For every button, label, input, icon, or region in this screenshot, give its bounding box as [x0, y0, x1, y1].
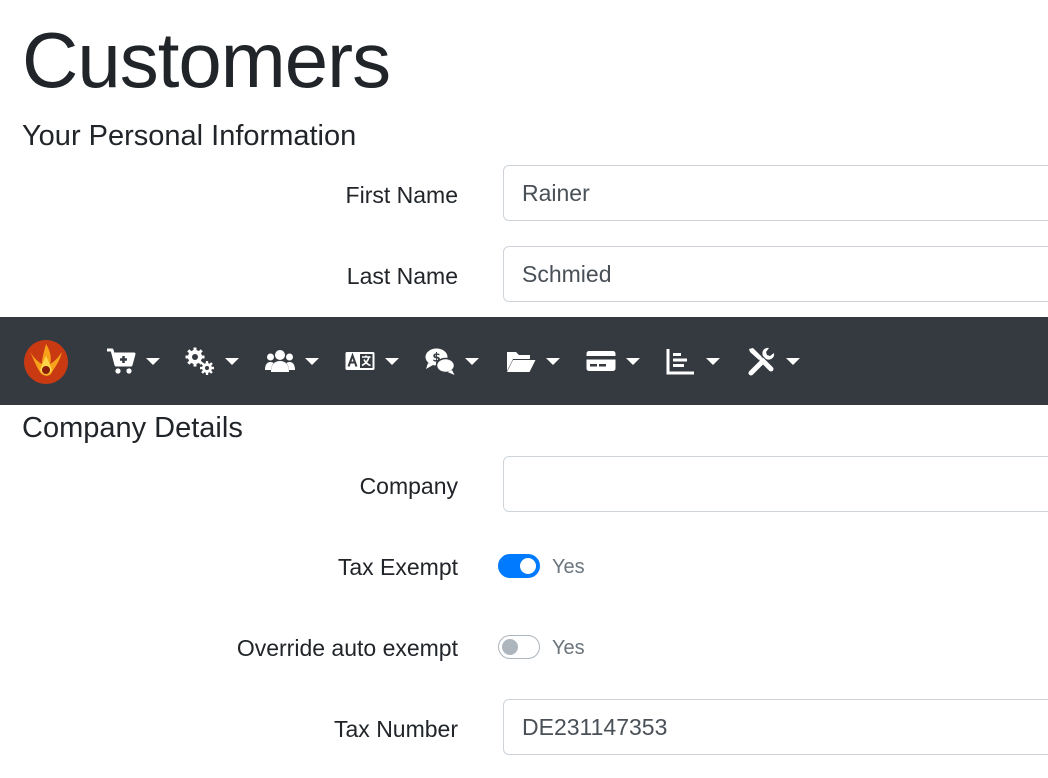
- chevron-down-icon: [385, 357, 399, 365]
- nav-sales-dropdown[interactable]: [106, 343, 170, 379]
- cogs-icon: [185, 347, 214, 375]
- override-auto-exempt-switch-label[interactable]: Yes: [552, 635, 585, 661]
- comments-dollar-icon: $: [425, 348, 455, 375]
- chevron-down-icon: [546, 357, 560, 365]
- users-icon: [265, 350, 295, 372]
- first-name-label: First Name: [345, 182, 458, 208]
- nav-customers-dropdown[interactable]: [265, 343, 329, 379]
- nav-tools-dropdown[interactable]: [746, 343, 810, 379]
- credit-card-icon: [586, 351, 616, 371]
- switch-knob: [520, 558, 536, 574]
- language-icon: [345, 352, 375, 370]
- chart-bar-icon: [666, 349, 694, 375]
- page-title: Customers: [22, 16, 391, 104]
- tax-number-label: Tax Number: [334, 716, 458, 742]
- tax-exempt-switch[interactable]: [498, 554, 540, 578]
- tools-icon: [748, 347, 775, 376]
- customers-page: Customers Your Personal Information Firs…: [0, 0, 1048, 778]
- nav-files-dropdown[interactable]: [506, 343, 570, 379]
- cart-plus-icon: [107, 348, 136, 374]
- override-auto-exempt-label: Override auto exempt: [236, 635, 458, 661]
- nav-payments-dropdown[interactable]: [586, 343, 650, 379]
- tax-exempt-label: Tax Exempt: [337, 554, 458, 580]
- company-input[interactable]: [503, 456, 1048, 512]
- chevron-down-icon: [465, 357, 479, 365]
- phoenix-logo-icon[interactable]: [22, 338, 70, 386]
- main-navbar: $: [0, 317, 1048, 405]
- switch-knob: [502, 639, 518, 655]
- nav-translations-dropdown[interactable]: [345, 343, 409, 379]
- personal-info-heading: Your Personal Information: [22, 120, 357, 152]
- chevron-down-icon: [706, 357, 720, 365]
- nav-settings-dropdown[interactable]: [185, 343, 249, 379]
- override-auto-exempt-switch[interactable]: [498, 635, 540, 659]
- svg-text:$: $: [432, 351, 440, 365]
- company-details-heading: Company Details: [22, 412, 243, 444]
- tax-exempt-switch-label[interactable]: Yes: [552, 554, 585, 580]
- chevron-down-icon: [786, 357, 800, 365]
- chevron-down-icon: [305, 357, 319, 365]
- chevron-down-icon: [626, 357, 640, 365]
- last-name-input[interactable]: [503, 246, 1048, 302]
- nav-support-dropdown[interactable]: $: [425, 343, 489, 379]
- first-name-input[interactable]: [503, 165, 1048, 221]
- company-label: Company: [359, 473, 458, 499]
- last-name-label: Last Name: [346, 263, 458, 289]
- nav-reports-dropdown[interactable]: [666, 343, 730, 379]
- tax-number-input[interactable]: [503, 699, 1048, 755]
- chevron-down-icon: [225, 357, 239, 365]
- chevron-down-icon: [146, 357, 160, 365]
- folder-open-icon: [507, 352, 536, 372]
